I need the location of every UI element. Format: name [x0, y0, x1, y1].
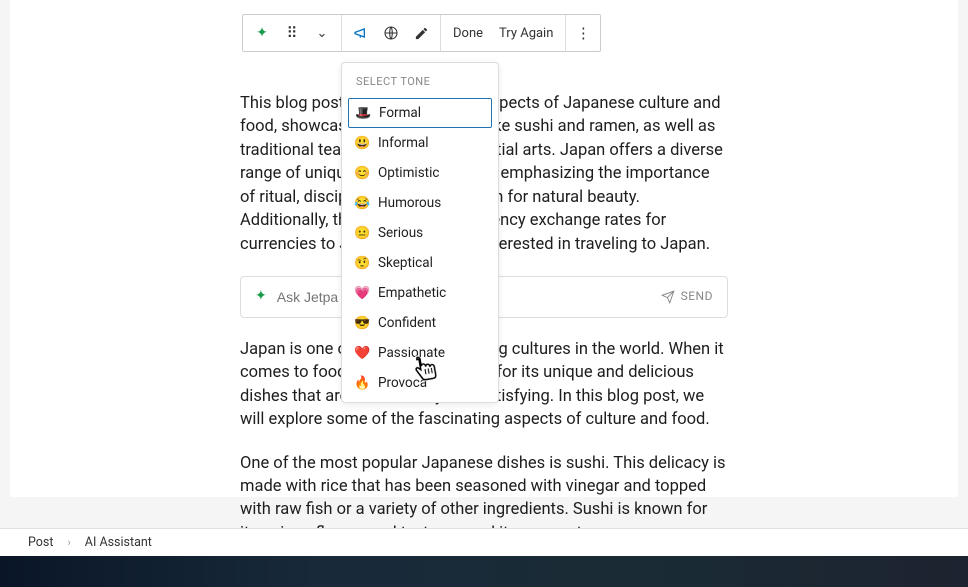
send-icon [661, 290, 675, 304]
tone-label: Formal [379, 105, 421, 121]
tone-label: Humorous [378, 195, 441, 211]
tone-label: Serious [378, 225, 423, 241]
neutral-icon: 😐 [354, 226, 370, 241]
tone-option-humorous[interactable]: 😂 Humorous [342, 188, 498, 218]
tophat-icon: 🎩 [355, 106, 371, 121]
fire-icon: 🔥 [354, 376, 370, 391]
editor-area: ✦ ⠿ ⌄ Done Try Again ⋮ This blog post hi… [10, 0, 958, 497]
breadcrumb-root[interactable]: Post [28, 535, 53, 550]
red-heart-icon: ❤️ [354, 346, 370, 361]
tone-label: Skeptical [378, 255, 433, 271]
tone-option-skeptical[interactable]: 🤨 Skeptical [342, 248, 498, 278]
breadcrumb: Post › AI Assistant [0, 528, 968, 556]
chevron-right-icon: › [67, 536, 70, 549]
tone-option-optimistic[interactable]: 😊 Optimistic [342, 158, 498, 188]
laugh-icon: 😂 [354, 196, 370, 211]
ai-sparkle-icon: ✦ [255, 287, 267, 307]
tone-label: Informal [378, 135, 429, 151]
tone-option-informal[interactable]: 😃 Informal [342, 128, 498, 158]
tone-option-empathetic[interactable]: 💗 Empathetic [342, 278, 498, 308]
smile-icon: 😊 [354, 166, 370, 181]
breadcrumb-leaf[interactable]: AI Assistant [85, 535, 152, 550]
more-options-icon[interactable]: ⋮ [566, 18, 600, 48]
sunglasses-icon: 😎 [354, 316, 370, 331]
drag-handle-icon[interactable]: ⠿ [277, 18, 307, 48]
announce-icon[interactable] [346, 18, 376, 48]
done-button[interactable]: Done [445, 15, 491, 51]
ai-sparkle-icon[interactable]: ✦ [247, 18, 277, 48]
raised-eyebrow-icon: 🤨 [354, 256, 370, 271]
tone-label: Optimistic [378, 165, 439, 181]
tone-option-confident[interactable]: 😎 Confident [342, 308, 498, 338]
heart-icon: 💗 [354, 286, 370, 301]
edit-pencil-icon[interactable] [406, 18, 436, 48]
smile-icon: 😃 [354, 136, 370, 151]
globe-icon[interactable] [376, 18, 406, 48]
send-label: SEND [681, 288, 713, 305]
try-again-button[interactable]: Try Again [491, 15, 561, 51]
block-toolbar: ✦ ⠿ ⌄ Done Try Again ⋮ [242, 14, 601, 52]
chevron-updown-icon[interactable]: ⌄ [307, 18, 337, 48]
tone-label: Empathetic [378, 285, 446, 301]
dropdown-header: SELECT TONE [342, 63, 498, 98]
tone-option-formal[interactable]: 🎩 Formal [348, 98, 492, 128]
tone-label: Confident [378, 315, 436, 331]
send-button[interactable]: SEND [661, 288, 713, 305]
tone-option-serious[interactable]: 😐 Serious [342, 218, 498, 248]
cursor-pointer-icon [405, 349, 444, 388]
